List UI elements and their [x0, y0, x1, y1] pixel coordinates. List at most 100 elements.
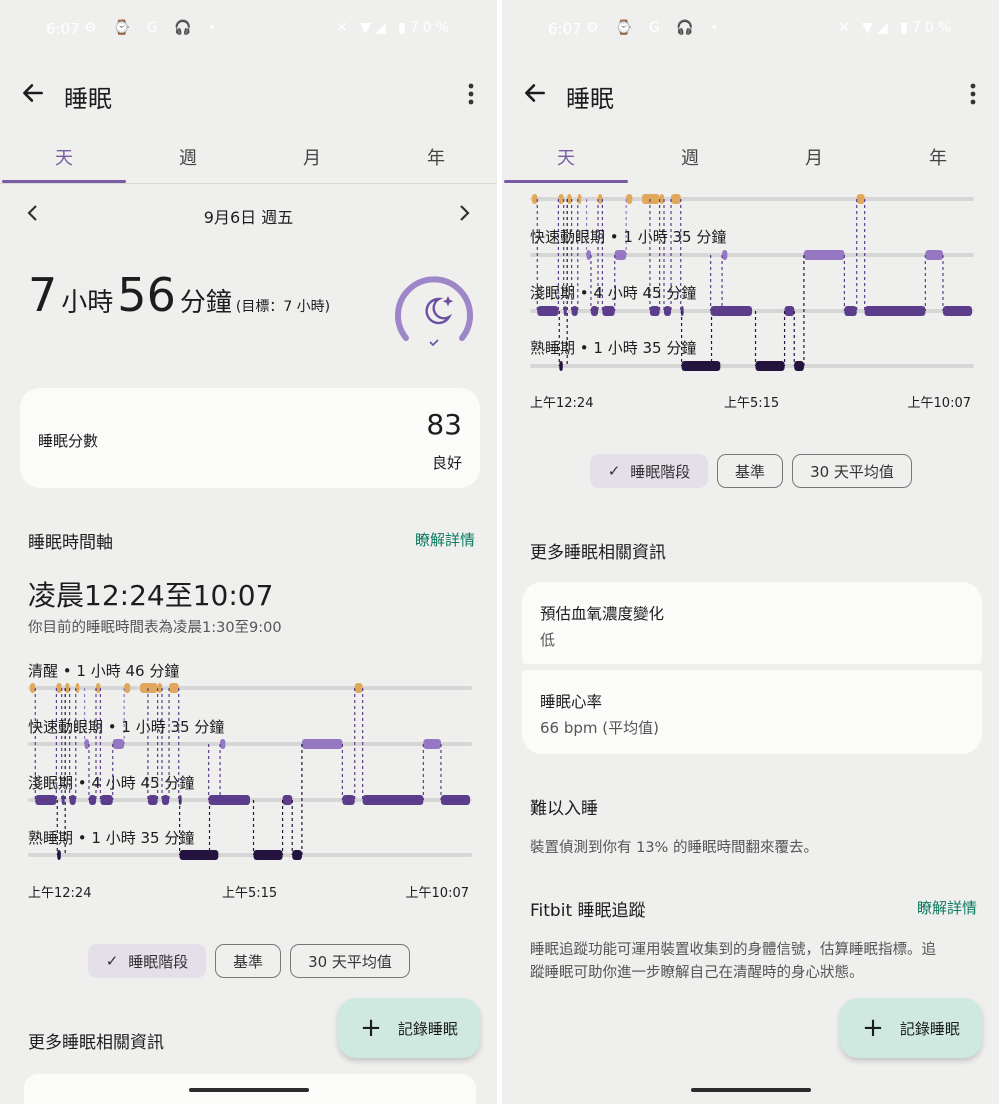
- period-tabs: 天 週 月 年: [0, 144, 497, 184]
- stage-segment: [88, 795, 96, 805]
- stage-label-light: 淺眠期 • 4 小時 45 分鐘: [28, 774, 195, 792]
- status-time: 6:07: [548, 20, 582, 38]
- sleep-score-value: 83: [426, 408, 462, 441]
- stage-label-deep: 熟睡期 • 1 小時 35 分鐘: [28, 829, 195, 847]
- fitbit-text-line2: 蹤睡眠可助你進一步瞭解自己在清醒時的身心狀態。: [530, 965, 864, 981]
- home-indicator: [690, 1088, 811, 1092]
- back-arrow-icon[interactable]: [522, 80, 548, 106]
- moon-icon: [425, 297, 453, 325]
- axis-label-mid: 上午5:15: [724, 396, 780, 411]
- stage-segment: [35, 795, 57, 805]
- stage-label-rem: 快速動眼期 • 1 小時 35 分鐘: [28, 718, 225, 736]
- stage-segment: [567, 194, 572, 204]
- stage-segment: [755, 361, 785, 371]
- chip-30day-average[interactable]: 30 天平均值: [290, 944, 410, 978]
- fitbit-tracking-title: Fitbit 睡眠追蹤: [530, 901, 646, 921]
- axis-label-start: 上午12:24: [28, 886, 92, 901]
- tab-week[interactable]: 週: [126, 144, 250, 170]
- tab-day[interactable]: 天: [2, 144, 126, 170]
- sleep-score-card[interactable]: 睡眠分數 83 良好: [20, 388, 480, 488]
- tab-indicator: [2, 180, 126, 183]
- oxygen-label: 預估血氧濃度變化: [540, 605, 665, 623]
- tab-year[interactable]: 年: [876, 144, 999, 170]
- home-indicator: [188, 1088, 309, 1092]
- chip-baseline-label: 基準: [734, 462, 765, 481]
- stage-segment: [124, 683, 131, 693]
- stage-segment: [84, 739, 89, 749]
- status-icons-right: ✕ ▼◢ ▮70%: [838, 20, 955, 36]
- back-arrow-icon[interactable]: [20, 80, 46, 106]
- chip-sleep-stages[interactable]: ✓ 睡眠階段: [88, 944, 206, 978]
- stage-segment: [598, 194, 603, 204]
- stage-label-awake: 清醒 • 1 小時 46 分鐘: [28, 662, 180, 680]
- tab-year[interactable]: 年: [374, 144, 497, 170]
- chip-baseline[interactable]: 基準: [717, 454, 783, 488]
- stage-segment: [722, 250, 728, 260]
- stage-segment: [169, 683, 179, 693]
- chip-30day-average[interactable]: 30 天平均值: [792, 454, 912, 488]
- stage-segment: [602, 306, 615, 316]
- sleep-range: 凌晨12:24至10:07: [28, 579, 274, 612]
- duration-minutes-unit: 分鐘: [179, 288, 232, 318]
- chip-baseline-label: 基準: [232, 952, 263, 971]
- tab-day[interactable]: 天: [504, 144, 628, 170]
- more-vert-icon[interactable]: [467, 82, 475, 106]
- duration-goal: (目標：7 小時): [235, 299, 331, 315]
- fitbit-learn-more-link[interactable]: 瞭解詳情: [917, 897, 977, 918]
- plus-icon: +: [360, 1013, 382, 1043]
- page-title: 睡眠: [64, 85, 112, 113]
- stage-segment: [56, 683, 62, 693]
- stage-segment: [30, 683, 36, 693]
- log-sleep-button[interactable]: + 記錄睡眠: [840, 998, 982, 1058]
- axis-label-end: 上午10:07: [405, 886, 469, 901]
- heart-rate-label: 睡眠心率: [540, 693, 603, 711]
- stage-segment: [147, 795, 158, 805]
- oxygen-value: 低: [540, 631, 556, 649]
- sleep-schedule: 你目前的睡眠時間表為凌晨1:30至9:00: [28, 620, 282, 636]
- chevron-right-icon[interactable]: [457, 204, 471, 222]
- date-label: 9月6日 週五: [203, 208, 294, 227]
- sleep-duration: 7 小時56 分鐘 (目標：7 小時): [28, 268, 330, 322]
- duration-hours-unit: 小時: [61, 288, 114, 318]
- tab-month[interactable]: 月: [250, 144, 374, 170]
- stage-segment: [69, 795, 76, 805]
- stage-segment: [590, 306, 598, 316]
- stage-segment: [925, 250, 943, 260]
- stage-segment: [162, 795, 170, 805]
- duration-minutes: 56: [117, 268, 176, 322]
- chip-baseline[interactable]: 基準: [215, 944, 281, 978]
- stage-segment: [586, 250, 591, 260]
- stage-segment: [208, 795, 250, 805]
- stage-segment: [112, 739, 125, 749]
- stage-segment: [664, 306, 672, 316]
- oxygen-variation-card[interactable]: 預估血氧濃度變化 低: [522, 582, 982, 664]
- tab-month[interactable]: 月: [752, 144, 876, 170]
- axis-label-start: 上午12:24: [530, 396, 594, 411]
- more-vert-icon[interactable]: [969, 82, 977, 106]
- date-navigator: 9月6日 週五: [0, 202, 497, 228]
- check-icon: ✓: [105, 952, 119, 970]
- stage-segment: [649, 306, 660, 316]
- tab-week[interactable]: 週: [628, 144, 752, 170]
- plus-icon: +: [862, 1013, 884, 1043]
- stage-segment: [362, 795, 424, 805]
- chip-sleep-stages[interactable]: ✓ 睡眠階段: [590, 454, 708, 488]
- sleep-score-rating: 良好: [431, 454, 462, 472]
- stage-segment: [96, 683, 101, 693]
- stage-segment: [671, 194, 681, 204]
- timeline-learn-more-link[interactable]: 瞭解詳情: [415, 529, 475, 550]
- stage-segment: [179, 850, 219, 860]
- log-sleep-label: 記錄睡眠: [899, 1019, 960, 1038]
- chip-sleep-stages-label: 睡眠階段: [128, 952, 189, 971]
- timeline-title: 睡眠時間軸: [28, 533, 113, 553]
- stage-segment: [65, 683, 70, 693]
- more-info-title: 更多睡眠相關資訊: [28, 1033, 164, 1053]
- log-sleep-button[interactable]: + 記錄睡眠: [338, 998, 480, 1058]
- check-icon: ✓: [607, 462, 621, 480]
- sleep-goal-ring: [395, 276, 473, 347]
- stage-segment: [864, 306, 926, 316]
- sleep-heart-rate-card[interactable]: 睡眠心率 66 bpm (平均值): [522, 670, 982, 754]
- axis-label-end: 上午10:07: [907, 396, 971, 411]
- status-time: 6:07: [46, 20, 80, 38]
- stage-segment: [784, 306, 795, 316]
